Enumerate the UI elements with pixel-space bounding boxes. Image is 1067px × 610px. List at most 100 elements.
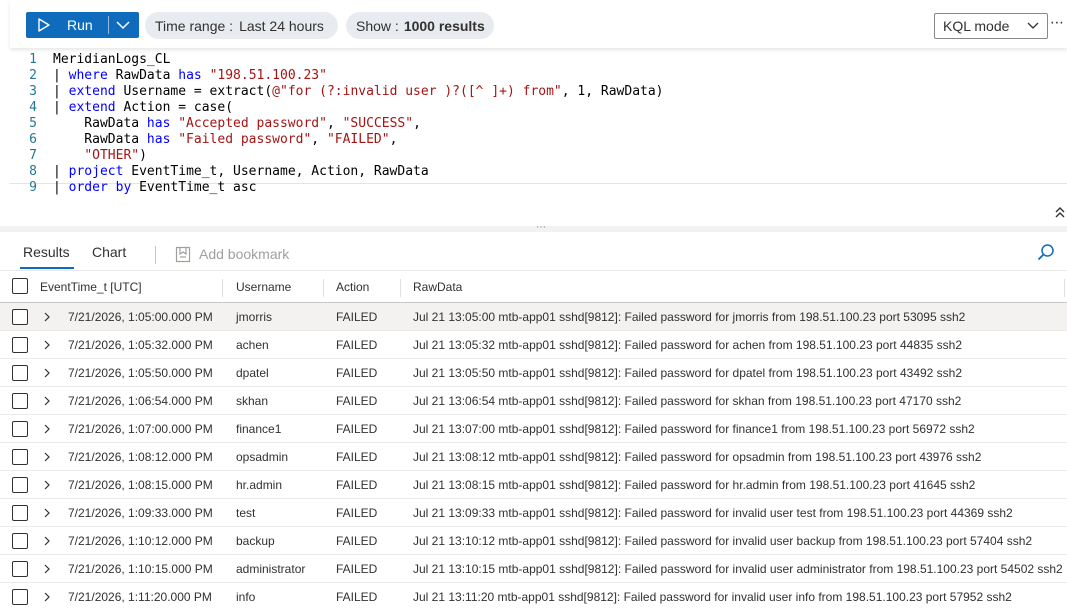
table-row[interactable]: 7/21/2026, 1:10:15.000 PM administrator FA… [0,555,1067,583]
table-row[interactable]: 7/21/2026, 1:08:12.000 PM opsadmin FAILED J… [0,443,1067,471]
tab-chart[interactable]: Chart [92,244,126,260]
cell-username: hr.admin [236,478,283,492]
tab-results[interactable]: Results [20,244,74,269]
double-chevron-up-icon[interactable] [1054,205,1066,219]
row-checkbox[interactable] [12,337,28,353]
row-checkbox[interactable] [12,309,28,325]
row-checkbox[interactable] [12,505,28,521]
cell-rawdata: Jul 21 13:05:50 mtb-app01 sshd[9812]: Fa… [413,366,963,380]
run-button[interactable]: Run [26,12,139,38]
code-token: EventTime_t, Username, Action, RawData [123,164,429,179]
row-checkbox[interactable] [12,393,28,409]
code-keyword: extend [68,100,116,115]
column-header-action[interactable]: Action [336,280,369,294]
code-text: | order by EventTime_t asc [53,180,257,196]
row-checkbox[interactable] [12,365,28,381]
code-token: RawData [53,116,147,131]
cell-rawdata: Jul 21 13:08:12 mtb-app01 sshd[9812]: Fa… [413,450,982,464]
cell-username: opsadmin [236,450,289,464]
row-checkbox[interactable] [12,449,28,465]
row-checkbox[interactable] [12,477,28,493]
code-line[interactable]: 8 | project EventTime_t, Username, Action… [10,164,1067,180]
cell-rawdata: Jul 21 13:10:12 mtb-app01 sshd[9812]: Fa… [413,534,1033,548]
code-line[interactable]: 7 "OTHER") [10,148,1067,164]
table-row[interactable]: 7/21/2026, 1:05:00.000 PM jmorris FAILED Ju… [0,303,1067,331]
code-string: "FAILED" [326,132,390,147]
line-number: 3 [29,84,37,99]
table-row[interactable]: 7/21/2026, 1:08:15.000 PM hr.admin FAILED J… [0,471,1067,499]
column-divider[interactable] [1064,279,1065,297]
cell-action: FAILED [336,310,378,324]
code-token: EventTime_t asc [131,180,257,195]
cell-username: backup [236,534,275,548]
column-divider[interactable] [222,279,223,297]
cell-rawdata: Jul 21 13:07:00 mtb-app01 sshd[9812]: Fa… [413,422,975,436]
code-line[interactable]: 3 | extend Username = extract(@"for (?:in… [10,84,1067,100]
tab-results-label: Results [23,244,70,260]
chevron-right-icon[interactable] [42,535,52,547]
chevron-right-icon[interactable] [42,591,52,603]
code-line[interactable]: 2 | where RawData has "198.51.100.23" [10,68,1067,84]
code-line[interactable]: 1 MeridianLogs_CL [10,52,1067,68]
chevron-right-icon[interactable] [42,507,52,519]
cell-username: info [236,590,256,604]
code-token: , [326,116,343,131]
query-mode-value: KQL mode [943,18,1010,34]
chevron-right-icon[interactable] [42,311,52,323]
chevron-right-icon[interactable] [42,479,52,491]
row-checkbox[interactable] [12,561,28,577]
code-token: RawData [53,132,147,147]
table-row[interactable]: 7/21/2026, 1:11:20.000 PM info FAILED Jul 2… [0,583,1067,610]
search-icon[interactable] [1036,242,1056,262]
query-editor[interactable]: 1 MeridianLogs_CL 2 | where RawData has "19… [10,52,1067,202]
column-header-username[interactable]: Username [236,280,291,294]
table-row[interactable]: 7/21/2026, 1:06:54.000 PM skhan FAILED Jul … [0,387,1067,415]
active-tab-indicator [20,267,74,269]
table-row[interactable]: 7/21/2026, 1:10:12.000 PM backup FAILED Jul… [0,527,1067,555]
table-row[interactable]: 7/21/2026, 1:05:32.000 PM achen FAILED Jul … [0,331,1067,359]
row-checkbox[interactable] [12,589,28,605]
splitter-grip[interactable]: ⋯ [536,222,547,233]
chevron-down-icon[interactable] [114,19,132,31]
query-toolbar: Run Time range : Last 24 hours Show : 10… [10,0,1067,48]
table-row[interactable]: 7/21/2026, 1:09:33.000 PM test FAILED Jul 2… [0,499,1067,527]
cell-action: FAILED [336,534,378,548]
cell-rawdata: Jul 21 13:09:33 mtb-app01 sshd[9812]: Fa… [413,506,1013,520]
time-range-picker[interactable]: Time range : Last 24 hours [145,12,338,39]
table-row[interactable]: 7/21/2026, 1:07:00.000 PM finance1 FAILED J… [0,415,1067,443]
chevron-right-icon[interactable] [42,563,52,575]
chevron-right-icon[interactable] [42,423,52,435]
cell-action: FAILED [336,506,378,520]
query-mode-select[interactable]: KQL mode [934,13,1048,39]
code-line[interactable]: 5 RawData has "Accepted password", "SUCC… [10,116,1067,132]
column-divider[interactable] [323,279,324,297]
select-all-checkbox[interactable] [12,278,28,294]
line-number: 1 [29,52,37,67]
pane-splitter[interactable] [0,226,1067,232]
row-checkbox[interactable] [12,533,28,549]
chevron-right-icon[interactable] [42,367,52,379]
column-divider[interactable] [400,279,401,297]
code-string: "OTHER" [84,148,140,163]
code-line[interactable]: 9 | order by EventTime_t asc [10,180,1067,196]
line-number: 2 [29,68,37,83]
chevron-right-icon[interactable] [42,339,52,351]
code-string: "198.51.100.23" [209,68,327,83]
line-number: 6 [29,132,37,147]
code-line[interactable]: 6 RawData has "Failed password", "FAILED… [10,132,1067,148]
code-line[interactable]: 4 | extend Action = case( [10,100,1067,116]
cell-event-time: 7/21/2026, 1:10:12.000 PM [68,534,213,548]
chevron-right-icon[interactable] [42,451,52,463]
chevron-right-icon[interactable] [42,395,52,407]
add-bookmark-button[interactable]: Add bookmark [175,245,289,263]
more-options-button[interactable]: ⋯ [1050,14,1067,34]
cell-action: FAILED [336,590,378,604]
add-bookmark-label: Add bookmark [199,246,290,262]
column-header-time[interactable]: EventTime_t [UTC] [40,280,142,294]
column-header-rawdata[interactable]: RawData [413,280,462,294]
result-limit-picker[interactable]: Show : 1000 results [346,12,494,39]
table-row[interactable]: 7/21/2026, 1:05:50.000 PM dpatel FAILED Jul… [0,359,1067,387]
cell-rawdata: Jul 21 13:05:00 mtb-app01 sshd[9812]: Fa… [413,310,966,324]
row-checkbox[interactable] [12,421,28,437]
